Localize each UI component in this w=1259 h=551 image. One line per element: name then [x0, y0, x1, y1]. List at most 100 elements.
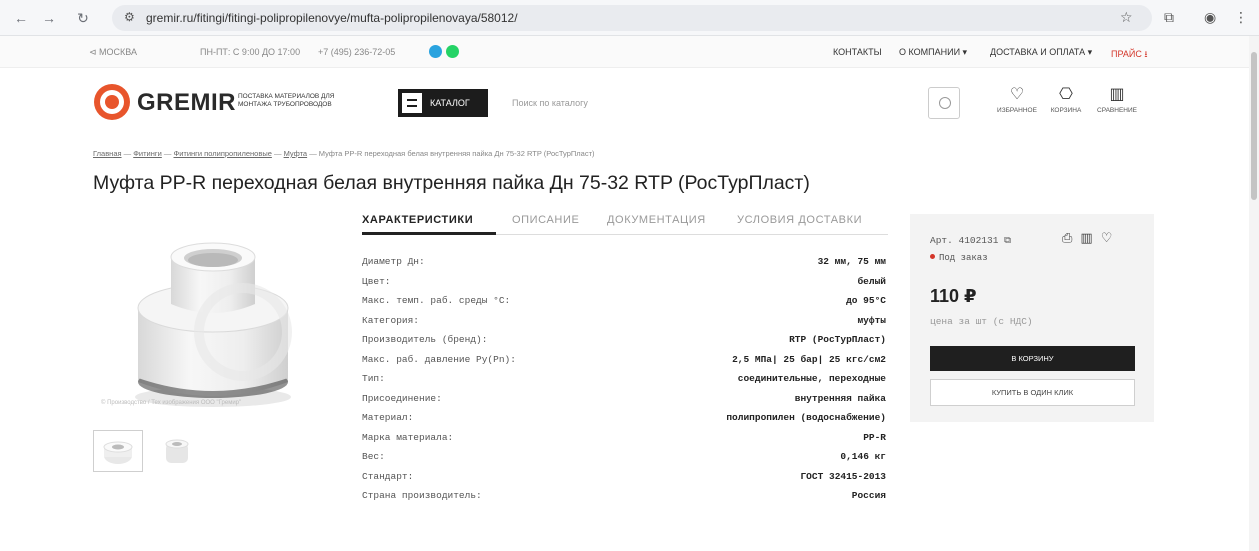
browser-toolbar: ← → ↻ ⚙ gremir.ru/fitingi/fitingi-polipr… — [0, 0, 1259, 36]
logo-text[interactable]: GREMIR — [137, 89, 236, 117]
spec-value: муфты — [857, 314, 886, 326]
hamburger-icon — [402, 93, 422, 113]
spec-value: до 95°C — [846, 295, 886, 306]
breadcrumb-pp-fittings[interactable]: Фитинги полипропиленовые — [174, 149, 272, 158]
breadcrumb: Главная — Фитинги — Фитинги полипропилен… — [93, 149, 595, 158]
catalog-button[interactable]: КАТАЛОГ — [398, 89, 488, 117]
search-placeholder: Поиск по каталогу — [512, 98, 588, 108]
work-hours: ПН-ПТ: С 9:00 ДО 17:00 — [200, 47, 301, 57]
spec-value: Россия — [851, 490, 886, 501]
city-selector[interactable]: ⊲ МОСКВА — [89, 47, 137, 58]
whatsapp-icon[interactable] — [446, 45, 459, 58]
breadcrumb-fittings[interactable]: Фитинги — [133, 149, 162, 158]
heart-icon: ♡ — [1009, 86, 1025, 103]
breadcrumb-separator: — — [309, 149, 317, 158]
spec-row: Макс. раб. давление Ру(Рn): 2,5 МПа| 25 б… — [362, 350, 888, 370]
buy-actions: ⎙▥♡ — [1062, 230, 1120, 246]
add-to-cart-button[interactable]: В КОРЗИНУ — [930, 346, 1135, 371]
breadcrumb-coupling[interactable]: Муфта — [284, 149, 308, 158]
tab-delivery[interactable]: УСЛОВИЯ ДОСТАВКИ — [737, 214, 862, 226]
favorites-label: ИЗБРАННОЕ — [997, 107, 1037, 114]
menu-price[interactable]: ПРАЙС ⭳ — [1111, 47, 1148, 63]
thumbnail-1[interactable] — [93, 430, 143, 472]
availability-status: Под заказ — [930, 253, 988, 263]
spec-key: Макс. темп. раб. среды °C: — [362, 295, 511, 306]
spec-row: Вес: 0,146 кг — [362, 447, 888, 467]
article-number[interactable]: Арт. 4102131 ⧉ — [930, 235, 1011, 246]
catalog-label: КАТАЛОГ — [430, 98, 470, 108]
spec-key: Тип: — [362, 373, 385, 384]
active-tab-indicator — [362, 232, 496, 235]
tab-description[interactable]: ОПИСАНИЕ — [512, 214, 579, 226]
menu-company[interactable]: О КОМПАНИИ ▾ — [899, 47, 967, 58]
breadcrumb-separator: — — [123, 149, 132, 158]
tab-documentation[interactable]: ДОКУМЕНТАЦИЯ — [607, 214, 706, 226]
favorites-button[interactable]: ♡ ИЗБРАННОЕ — [992, 84, 1042, 114]
thumbnail-2[interactable] — [151, 430, 201, 472]
location-icon: ⊲ — [89, 47, 100, 57]
spec-key: Категория: — [362, 314, 420, 326]
menu-contacts[interactable]: КОНТАКТЫ — [833, 47, 882, 57]
page-scrollbar[interactable] — [1249, 36, 1259, 551]
spec-value: ГОСТ 32415-2013 — [800, 470, 886, 482]
menu-delivery[interactable]: ДОСТАВКА И ОПЛАТА ▾ — [990, 47, 1092, 58]
breadcrumb-separator: — — [273, 149, 282, 158]
top-utility-bar: ⊲ МОСКВА ПН-ПТ: С 9:00 ДО 17:00 +7 (495)… — [0, 36, 1259, 68]
spec-value: PP-R — [863, 431, 886, 443]
copy-icon[interactable]: ⧉ — [1004, 235, 1011, 246]
spec-key: Макс. раб. давление Ру(Рn): — [362, 353, 516, 365]
profile-icon[interactable]: ◉ — [1204, 9, 1216, 26]
search-input[interactable]: Поиск по каталогу — [500, 89, 960, 117]
compare-icon[interactable]: ▥ — [1080, 230, 1100, 245]
tab-characteristics[interactable]: ХАРАКТЕРИСТИКИ — [362, 214, 473, 226]
spec-row: Присоединение: внутренняя пайка — [362, 389, 888, 409]
cart-button[interactable]: ⎔ КОРЗИНА — [1041, 84, 1091, 114]
spec-row: Материал: полипропилен (водоснабжение) — [362, 408, 888, 428]
phone-link[interactable]: +7 (495) 236-72-05 — [318, 47, 395, 57]
buy-box: Арт. 4102131 ⧉ ⎙▥♡ Под заказ 110 ₽ цена … — [910, 214, 1154, 422]
page-title: Муфта PP-R переходная белая внутренняя п… — [93, 172, 810, 194]
image-watermark: © Производство / Тех изображения ООО "Гр… — [101, 400, 242, 406]
spec-row: Макс. темп. раб. среды °C: до 95°C — [362, 291, 888, 311]
spec-value: 0,146 кг — [840, 451, 886, 462]
bookmark-star-icon[interactable]: ☆ — [1120, 9, 1133, 26]
spec-key: Присоединение: — [362, 392, 442, 404]
address-bar[interactable]: ⚙ gremir.ru/fitingi/fitingi-polipropilen… — [112, 5, 1152, 31]
spec-row: Категория: муфты — [362, 311, 888, 331]
breadcrumb-separator: — — [163, 149, 172, 158]
search-button[interactable] — [928, 87, 960, 119]
spec-row: Тип: соединительные, переходные — [362, 369, 888, 389]
spec-key: Производитель (бренд): — [362, 334, 488, 345]
telegram-icon[interactable] — [429, 45, 442, 58]
extensions-icon[interactable]: ⧉ — [1164, 9, 1174, 26]
thumbnail-coupling-icon — [103, 441, 133, 464]
heart-icon[interactable]: ♡ — [1101, 230, 1121, 245]
compare-button[interactable]: ▥ СРАВНЕНИЕ — [1092, 84, 1142, 114]
buy-one-click-button[interactable]: КУПИТЬ В ОДИН КЛИК — [930, 379, 1135, 406]
spec-row: Цвет: белый — [362, 272, 888, 292]
price: 110 ₽ — [930, 286, 977, 306]
forward-icon[interactable]: → — [40, 9, 58, 27]
spec-value: 32 мм, 75 мм — [817, 256, 886, 267]
scrollbar-thumb[interactable] — [1251, 52, 1257, 200]
status-text: Под заказ — [939, 253, 988, 263]
spec-key: Страна производитель: — [362, 490, 482, 501]
cart-label: КОРЗИНА — [1050, 107, 1082, 114]
spec-value: белый — [857, 275, 886, 287]
thumbnail-coupling-side-icon — [165, 439, 189, 463]
article-text: Арт. 4102131 — [930, 235, 999, 246]
menu-dots-icon[interactable]: ⋮ — [1234, 9, 1248, 26]
product-image[interactable]: © Производство / Тех изображения ООО "Гр… — [93, 212, 333, 422]
spec-key: Цвет: — [362, 275, 391, 287]
site-info-icon[interactable]: ⚙ — [124, 10, 135, 24]
print-icon[interactable]: ⎙ — [1062, 230, 1080, 245]
spec-key: Стандарт: — [362, 470, 414, 482]
cart-icon: ⎔ — [1059, 86, 1073, 103]
back-icon[interactable]: ← — [12, 9, 30, 27]
breadcrumb-home[interactable]: Главная — [93, 149, 122, 158]
reload-icon[interactable]: ↻ — [74, 9, 92, 27]
url-text[interactable]: gremir.ru/fitingi/fitingi-polipropilenov… — [146, 11, 518, 25]
spec-value: полипропилен (водоснабжение) — [726, 412, 886, 423]
gremir-logo-icon[interactable] — [94, 84, 130, 120]
spec-key: Материал: — [362, 412, 414, 423]
